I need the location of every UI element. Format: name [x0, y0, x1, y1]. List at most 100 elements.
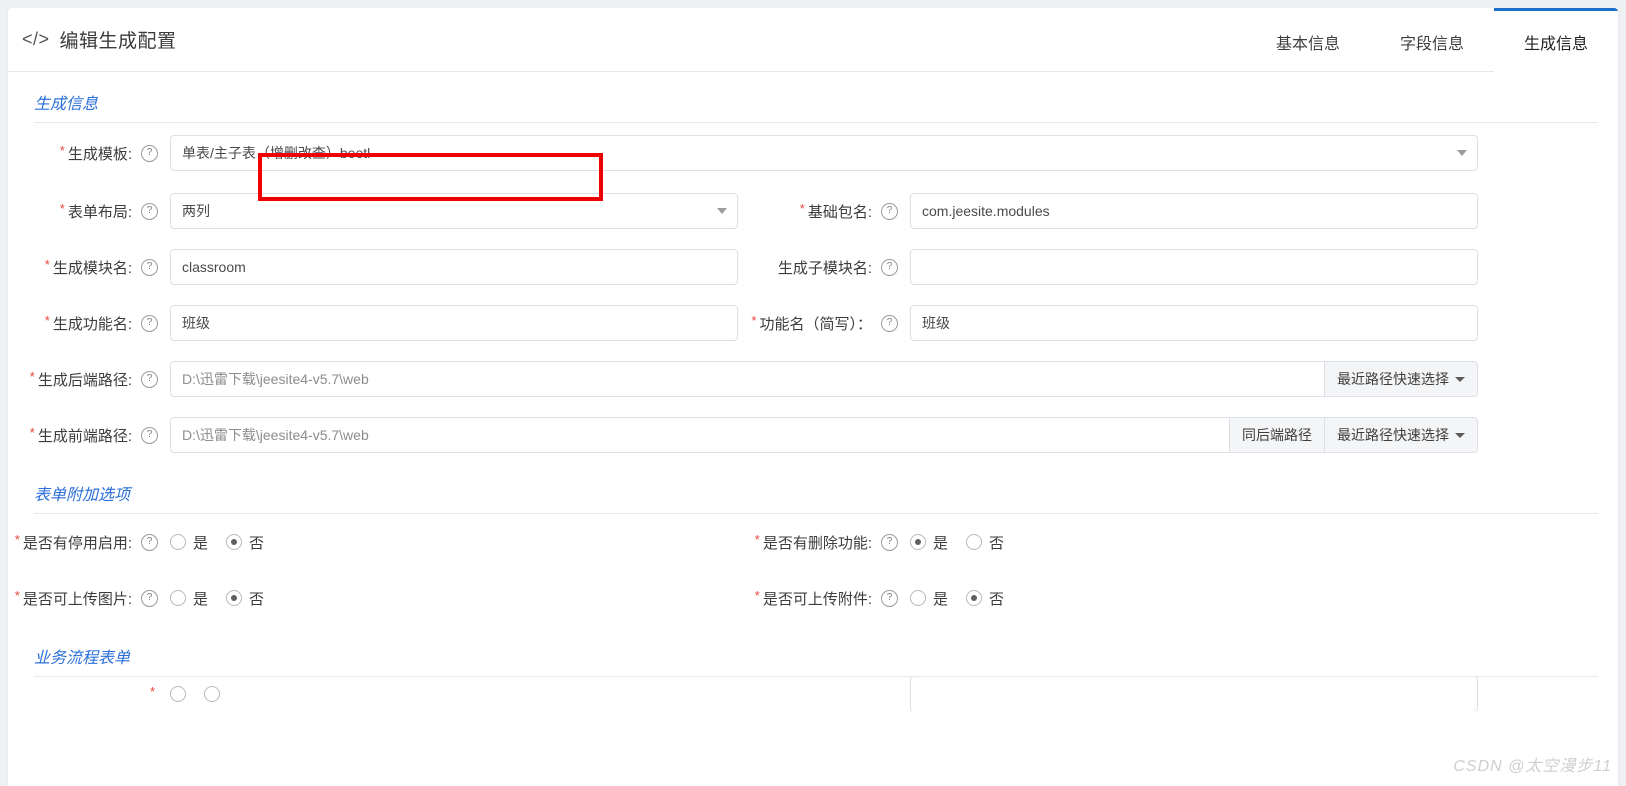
- form-row-upload-image-attachment: * 是否可上传图片: ? 是 否 * 是否可上传附件: ? 是 否: [8, 570, 1618, 626]
- section-title-form-extra: 表单附加选项: [34, 487, 131, 504]
- select-template[interactable]: 单表/主子表（增删改查）beetl: [170, 135, 1478, 171]
- help-icon[interactable]: ?: [881, 258, 898, 276]
- help-icon[interactable]: ?: [881, 314, 898, 332]
- select-form-layout[interactable]: 两列: [170, 193, 738, 229]
- radio-label-no: 否: [249, 534, 265, 552]
- recent-path-quick-select-label: 最近路径快速选择: [1337, 371, 1449, 387]
- label-sub-module-name-text: 生成子模块名:: [777, 259, 872, 277]
- form-body: 生成信息 * 生成模板: ? 单表/主子表（增删改查）beetl * 表单布局:…: [8, 72, 1618, 711]
- radio-group-can-upload-image: 是 否: [170, 588, 264, 609]
- help-icon[interactable]: ?: [141, 314, 158, 332]
- label-has-disable-enable-text: 是否有停用启用:: [22, 534, 132, 552]
- recent-path-quick-select-button-backend[interactable]: 最近路径快速选择: [1325, 361, 1478, 397]
- required-marker: *: [44, 312, 50, 328]
- chevron-down-icon: [1455, 432, 1465, 438]
- radio-dot-selected: [226, 534, 243, 550]
- label-clipped-left: *: [8, 685, 158, 701]
- input-backend-path[interactable]: D:\迅雷下载\jeesite4-v5.7\web: [170, 361, 1325, 397]
- recent-path-quick-select-button-frontend[interactable]: 最近路径快速选择: [1325, 417, 1478, 453]
- radio-label-yes: 是: [933, 534, 949, 552]
- required-marker: *: [754, 531, 760, 547]
- label-template-text: 生成模板:: [67, 145, 132, 163]
- tab-generate-info[interactable]: 生成信息: [1493, 8, 1618, 72]
- radio-dot: [170, 534, 186, 550]
- field-sub-module-name: * 生成子模块名: ?: [738, 249, 1478, 285]
- section-form-extra: 表单附加选项: [8, 463, 1618, 514]
- required-marker: *: [14, 587, 20, 603]
- label-function-name-text: 生成功能名:: [52, 315, 132, 333]
- chevron-down-icon: [1455, 376, 1465, 382]
- field-has-delete: * 是否有删除功能: ? 是 否: [738, 532, 1478, 553]
- help-icon[interactable]: ?: [881, 533, 898, 551]
- select-template-value[interactable]: 单表/主子表（增删改查）beetl: [170, 135, 1478, 171]
- label-frontend-path-text: 生成前端路径:: [37, 427, 132, 445]
- field-function-name: * 生成功能名: ? 班级: [8, 305, 738, 341]
- required-marker: *: [14, 531, 20, 547]
- help-icon[interactable]: ?: [881, 202, 898, 220]
- field-can-upload-image: * 是否可上传图片: ? 是 否: [8, 588, 738, 609]
- input-base-package[interactable]: com.jeesite.modules: [910, 193, 1478, 229]
- form-row-clipped: *: [8, 677, 1618, 711]
- input-function-name-simple[interactable]: 班级: [910, 305, 1478, 341]
- help-icon[interactable]: ?: [141, 533, 158, 551]
- radio-has-disable-enable-yes[interactable]: 是: [170, 532, 208, 553]
- field-module-name: * 生成模块名: ? classroom: [8, 249, 738, 285]
- label-base-package: * 基础包名: ?: [738, 201, 898, 222]
- radio-label-no: 否: [249, 590, 265, 608]
- radio-can-upload-image-yes[interactable]: 是: [170, 588, 208, 609]
- tab-basic-info[interactable]: 基本信息: [1246, 8, 1370, 72]
- radio-has-delete-no[interactable]: 否: [966, 532, 1004, 553]
- radio-can-upload-image-no[interactable]: 否: [226, 588, 264, 609]
- same-as-backend-path-button[interactable]: 同后端路径: [1230, 417, 1325, 453]
- radio-has-disable-enable-no[interactable]: 否: [226, 532, 264, 553]
- input-clipped-right[interactable]: [910, 677, 1478, 711]
- field-frontend-path: * 生成前端路径: ? D:\迅雷下载\jeesite4-v5.7\web 同后…: [8, 417, 1478, 453]
- help-icon[interactable]: ?: [141, 589, 158, 607]
- section-title-workflow-form: 业务流程表单: [34, 650, 131, 667]
- radio-clipped-left-yes[interactable]: [170, 686, 186, 702]
- help-icon[interactable]: ?: [141, 370, 158, 388]
- radio-has-delete-yes[interactable]: 是: [910, 532, 948, 553]
- help-icon[interactable]: ?: [881, 589, 898, 607]
- required-marker: *: [44, 256, 50, 272]
- label-can-upload-attachment-text: 是否可上传附件:: [762, 590, 872, 608]
- label-function-name-simple-text: 功能名（简写）：: [759, 315, 872, 333]
- control-clipped-right: [910, 677, 1478, 711]
- input-group-frontend-path: D:\迅雷下载\jeesite4-v5.7\web 同后端路径 最近路径快速选择: [170, 417, 1478, 453]
- label-has-delete: * 是否有删除功能: ?: [738, 532, 898, 553]
- page-title-text: 编辑生成配置: [59, 31, 177, 52]
- radio-can-upload-attachment-no[interactable]: 否: [966, 588, 1004, 609]
- radio-can-upload-attachment-yes[interactable]: 是: [910, 588, 948, 609]
- form-row-layout-package: * 表单布局: ? 两列 * 基础包名: ? com.jeesite.modul…: [8, 183, 1618, 239]
- page-title: </> 编辑生成配置: [22, 26, 177, 53]
- same-as-backend-path-label: 同后端路径: [1242, 427, 1312, 443]
- required-marker: *: [751, 312, 757, 328]
- label-form-layout-text: 表单布局:: [67, 203, 132, 221]
- help-icon[interactable]: ?: [141, 144, 158, 162]
- radio-dot: [170, 686, 186, 702]
- field-base-package: * 基础包名: ? com.jeesite.modules: [738, 193, 1478, 229]
- radio-label-yes: 是: [933, 590, 949, 608]
- help-icon[interactable]: ?: [141, 426, 158, 444]
- input-function-name[interactable]: 班级: [170, 305, 738, 341]
- form-row-function: * 生成功能名: ? 班级 * 功能名（简写）： ? 班级: [8, 295, 1618, 351]
- input-frontend-path[interactable]: D:\迅雷下载\jeesite4-v5.7\web: [170, 417, 1230, 453]
- label-can-upload-image-text: 是否可上传图片:: [22, 590, 132, 608]
- label-has-delete-text: 是否有删除功能:: [762, 534, 872, 552]
- section-generate-info: 生成信息: [8, 72, 1618, 123]
- required-marker: *: [29, 424, 35, 440]
- tab-field-info[interactable]: 字段信息: [1370, 8, 1494, 72]
- label-backend-path-text: 生成后端路径:: [37, 371, 132, 389]
- field-can-upload-attachment: * 是否可上传附件: ? 是 否: [738, 588, 1478, 609]
- field-clipped-right: [738, 677, 1478, 711]
- control-function-name: 班级: [170, 305, 738, 341]
- watermark: CSDN @太空漫步11: [1453, 758, 1612, 775]
- input-sub-module-name[interactable]: [910, 249, 1478, 285]
- help-icon[interactable]: ?: [141, 258, 158, 276]
- input-module-name[interactable]: classroom: [170, 249, 738, 285]
- select-form-layout-value[interactable]: 两列: [170, 193, 738, 229]
- radio-clipped-left-no[interactable]: [204, 686, 220, 702]
- help-icon[interactable]: ?: [141, 202, 158, 220]
- radio-dot-selected: [226, 590, 243, 606]
- radio-group-has-delete: 是 否: [910, 532, 1004, 553]
